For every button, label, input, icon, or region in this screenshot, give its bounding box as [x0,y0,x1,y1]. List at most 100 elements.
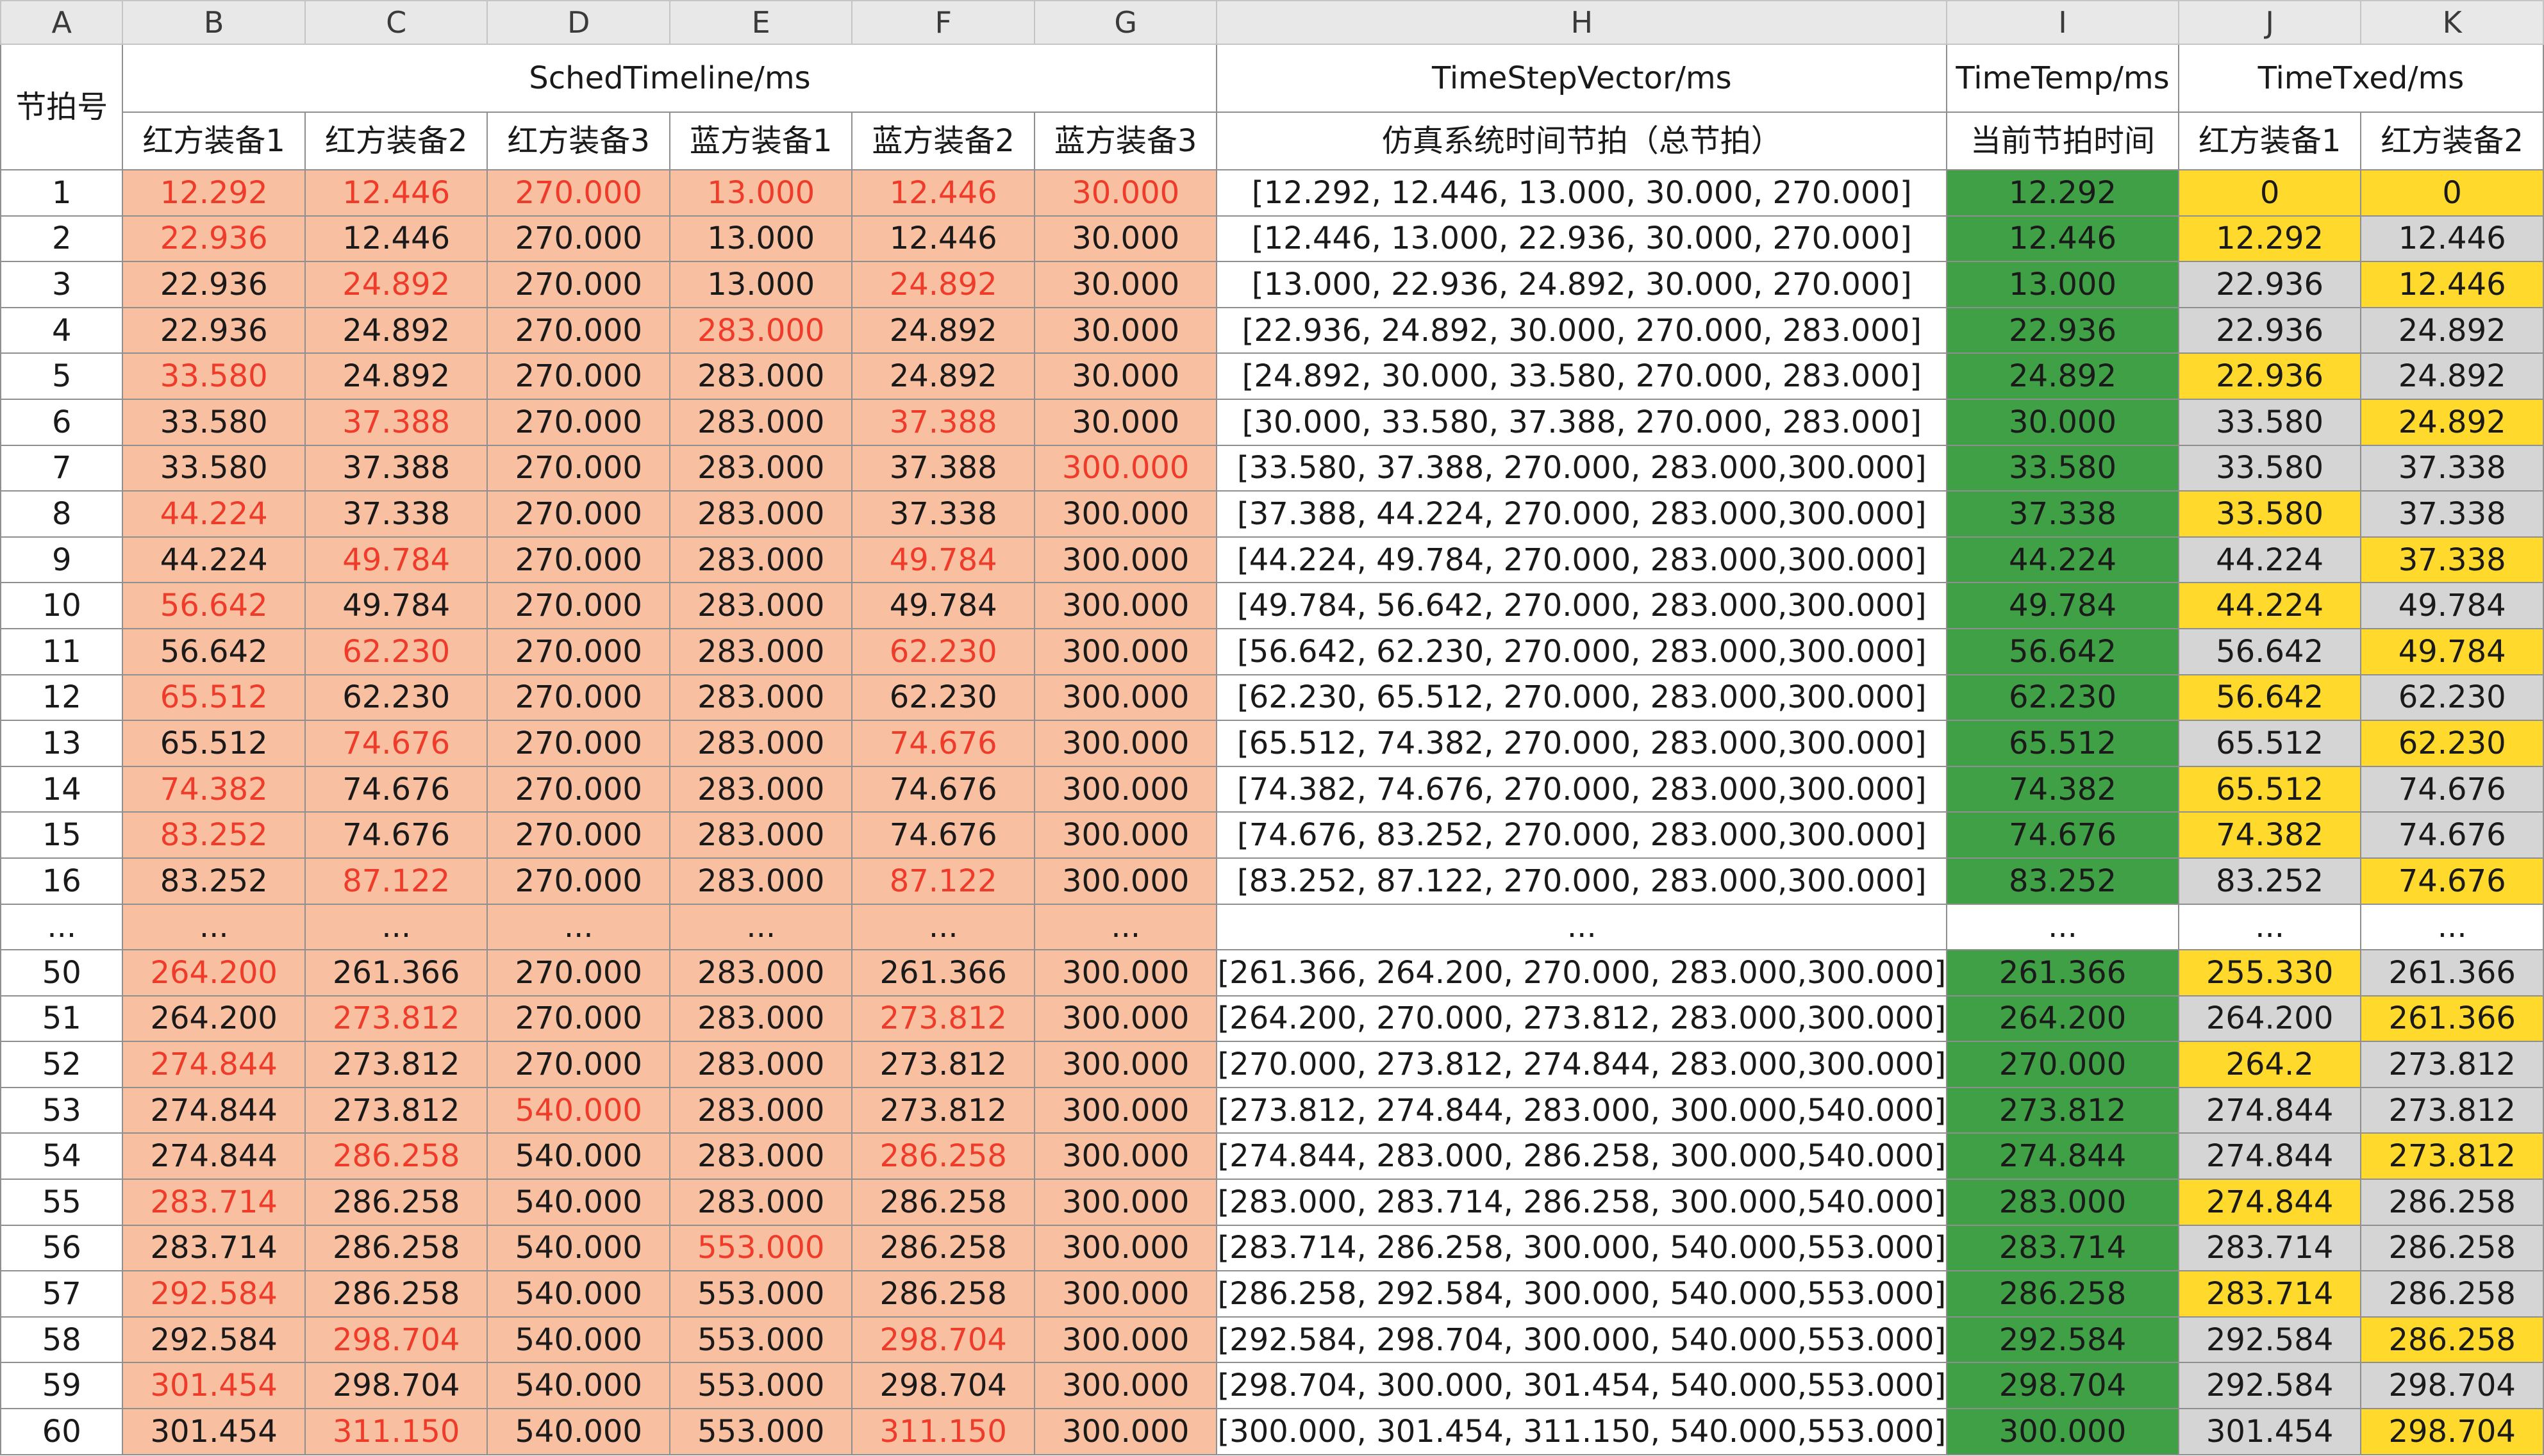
cell-sched-blue-1[interactable]: 283.000 [669,1041,853,1088]
cell-sched-blue-3[interactable]: 300.000 [1033,995,1218,1043]
cell-time-temp[interactable]: 74.382 [1946,765,2179,813]
cell-sched-red-3[interactable]: 270.000 [486,857,670,905]
cell-txed-red-1[interactable]: 33.580 [2177,490,2362,538]
cell-sched-red-1[interactable]: 292.584 [122,1316,306,1364]
cell-sched-red-2[interactable]: 12.446 [304,169,488,217]
cell-sched-blue-1[interactable]: 283.000 [669,1132,853,1180]
cell-time-temp[interactable]: 12.446 [1946,215,2179,263]
cell-sched-blue-1[interactable]: 283.000 [669,352,853,400]
cell-sched-red-1[interactable]: 22.936 [122,261,306,308]
cell-sched-red-2[interactable]: 298.704 [304,1362,488,1410]
cell-txed-red-2[interactable]: 273.812 [2360,1086,2544,1134]
cell-sched-blue-2[interactable]: 37.388 [851,398,1035,446]
sub-header-blue-2[interactable]: 蓝方装备2 [851,112,1035,170]
cell-sched-blue-3[interactable]: 300.000 [1033,720,1218,767]
cell-sched-red-1[interactable]: ... [122,903,306,951]
cell-time-step-vector[interactable]: [24.892, 30.000, 33.580, 270.000, 283.00… [1216,352,1948,400]
cell-time-temp[interactable]: 24.892 [1946,352,2179,400]
cell-time-temp[interactable]: 270.000 [1946,1041,2179,1088]
cell-sched-red-2[interactable]: 24.892 [304,261,488,308]
cell-txed-red-2[interactable]: 37.338 [2360,490,2544,538]
column-header-c[interactable]: C [304,0,488,45]
cell-txed-red-1[interactable]: 44.224 [2177,536,2362,584]
cell-sched-red-3[interactable]: 270.000 [486,169,670,217]
cell-sched-blue-1[interactable]: ... [669,903,853,951]
cell-sched-blue-1[interactable]: 283.000 [669,811,853,859]
column-header-i[interactable]: I [1946,0,2179,45]
cell-sched-red-2[interactable]: 37.338 [304,490,488,538]
cell-sched-blue-1[interactable]: 13.000 [669,169,853,217]
cell-sched-red-1[interactable]: 274.844 [122,1086,306,1134]
cell-txed-red-2[interactable]: 298.704 [2360,1408,2544,1455]
cell-time-step-vector[interactable]: [283.714, 286.258, 300.000, 540.000,553.… [1216,1224,1948,1272]
cell-time-step-vector[interactable]: [273.812, 274.844, 283.000, 300.000,540.… [1216,1086,1948,1134]
cell-sched-red-1[interactable]: 274.844 [122,1041,306,1088]
cell-sched-red-2[interactable]: 49.784 [304,536,488,584]
cell-sched-blue-1[interactable]: 283.000 [669,627,853,675]
cell-sched-blue-1[interactable]: 13.000 [669,261,853,308]
cell-time-step-vector[interactable]: [74.382, 74.676, 270.000, 283.000,300.00… [1216,765,1948,813]
cell-sched-blue-2[interactable]: 311.150 [851,1408,1035,1455]
cell-sched-blue-1[interactable]: 553.000 [669,1224,853,1272]
cell-time-temp[interactable]: 283.714 [1946,1224,2179,1272]
cell-txed-red-2[interactable]: 273.812 [2360,1132,2544,1180]
cell-sched-blue-2[interactable]: 24.892 [851,352,1035,400]
cell-txed-red-1[interactable]: 56.642 [2177,627,2362,675]
cell-sched-blue-2[interactable]: 286.258 [851,1132,1035,1180]
cell-sched-red-3[interactable]: 540.000 [486,1362,670,1410]
cell-sched-blue-3[interactable]: 300.000 [1033,1224,1218,1272]
cell-sched-red-1[interactable]: 56.642 [122,582,306,629]
column-header-h[interactable]: H [1216,0,1948,45]
cell-step-id[interactable]: 1 [0,169,124,217]
cell-sched-blue-2[interactable]: 24.892 [851,261,1035,308]
cell-txed-red-2[interactable]: 261.366 [2360,995,2544,1043]
column-header-k[interactable]: K [2360,0,2544,45]
cell-sched-red-2[interactable]: 286.258 [304,1132,488,1180]
cell-sched-red-2[interactable]: 24.892 [304,306,488,354]
cell-txed-red-2[interactable]: 62.230 [2360,674,2544,722]
cell-sched-red-3[interactable]: 540.000 [486,1224,670,1272]
cell-sched-blue-3[interactable]: 30.000 [1033,261,1218,308]
cell-sched-blue-3[interactable]: 300.000 [1033,490,1218,538]
cell-sched-blue-1[interactable]: 553.000 [669,1408,853,1455]
cell-txed-red-1[interactable]: 264.200 [2177,995,2362,1043]
cell-sched-red-3[interactable]: 270.000 [486,720,670,767]
cell-time-temp[interactable]: 30.000 [1946,398,2179,446]
cell-time-step-vector[interactable]: [65.512, 74.382, 270.000, 283.000,300.00… [1216,720,1948,767]
cell-sched-red-1[interactable]: 83.252 [122,811,306,859]
sub-header-total-step[interactable]: 仿真系统时间节拍（总节拍） [1216,112,1948,170]
cell-sched-blue-2[interactable]: 74.676 [851,811,1035,859]
cell-step-id[interactable]: 58 [0,1316,124,1364]
cell-sched-red-1[interactable]: 65.512 [122,720,306,767]
cell-txed-red-1[interactable]: 22.936 [2177,261,2362,308]
cell-sched-red-2[interactable]: 74.676 [304,765,488,813]
cell-sched-red-3[interactable]: ... [486,903,670,951]
cell-txed-red-2[interactable]: 62.230 [2360,720,2544,767]
cell-sched-blue-3[interactable]: ... [1033,903,1218,951]
cell-sched-blue-1[interactable]: 283.000 [669,398,853,446]
cell-sched-blue-3[interactable]: 300.000 [1033,1270,1218,1318]
cell-txed-red-1[interactable]: 12.292 [2177,215,2362,263]
cell-txed-red-2[interactable]: 37.338 [2360,536,2544,584]
cell-sched-blue-3[interactable]: 300.000 [1033,582,1218,629]
cell-sched-red-3[interactable]: 540.000 [486,1270,670,1318]
sub-header-red-3[interactable]: 红方装备3 [486,112,670,170]
cell-time-temp[interactable]: 74.676 [1946,811,2179,859]
cell-sched-red-2[interactable]: 12.446 [304,215,488,263]
cell-txed-red-1[interactable]: 292.584 [2177,1316,2362,1364]
cell-sched-red-1[interactable]: 264.200 [122,949,306,997]
cell-time-temp[interactable]: 13.000 [1946,261,2179,308]
cell-time-step-vector[interactable]: [13.000, 22.936, 24.892, 30.000, 270.000… [1216,261,1948,308]
cell-sched-blue-1[interactable]: 283.000 [669,306,853,354]
cell-step-id[interactable]: 2 [0,215,124,263]
cell-time-temp[interactable]: 62.230 [1946,674,2179,722]
cell-time-step-vector[interactable]: [44.224, 49.784, 270.000, 283.000,300.00… [1216,536,1948,584]
cell-time-step-vector[interactable]: [22.936, 24.892, 30.000, 270.000, 283.00… [1216,306,1948,354]
cell-sched-red-2[interactable]: 273.812 [304,1086,488,1134]
sub-header-blue-1[interactable]: 蓝方装备1 [669,112,853,170]
cell-sched-red-3[interactable]: 540.000 [486,1179,670,1226]
sub-header-red-1[interactable]: 红方装备1 [122,112,306,170]
cell-step-id[interactable]: 12 [0,674,124,722]
cell-sched-red-2[interactable]: 24.892 [304,352,488,400]
column-header-g[interactable]: G [1033,0,1218,45]
